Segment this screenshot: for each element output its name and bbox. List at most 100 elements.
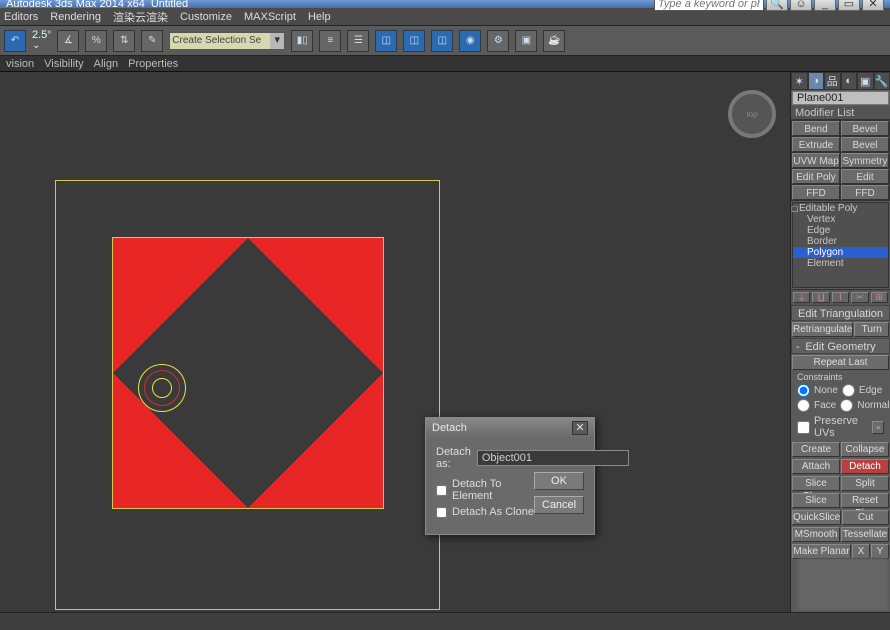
tab-properties[interactable]: Properties [128, 58, 178, 70]
undo-icon[interactable]: ↶ [4, 30, 26, 52]
chevron-down-icon[interactable]: ▾ [270, 33, 284, 49]
stack-editable-poly[interactable]: Editable Poly [793, 203, 888, 214]
selection-set-dropdown[interactable]: ▾ [169, 32, 285, 50]
tab-align[interactable]: Align [94, 58, 118, 70]
close-button[interactable]: ✕ [862, 0, 884, 11]
utilities-tab-icon[interactable]: 🔧 [874, 72, 890, 90]
detach-button[interactable]: Detach [841, 459, 889, 474]
percent-snap-icon[interactable]: % [85, 30, 107, 52]
dope-sheet-icon[interactable]: ◫ [403, 30, 425, 52]
turn-button[interactable]: Turn [854, 322, 889, 337]
hierarchy-tab-icon[interactable]: 品 [824, 72, 841, 90]
create-button[interactable]: Create [792, 442, 840, 457]
detach-to-element-checkbox[interactable] [436, 485, 447, 496]
stack-polygon[interactable]: Polygon [793, 247, 888, 258]
signin-icon[interactable]: ☺ [790, 0, 812, 11]
make-planar-button[interactable]: Make Planar [792, 544, 851, 559]
stack-edge[interactable]: Edge [793, 225, 888, 236]
render-frame-icon[interactable]: ▣ [515, 30, 537, 52]
detach-as-input[interactable] [477, 450, 629, 466]
detach-as-clone-checkbox[interactable] [436, 507, 447, 518]
reset-plane-button[interactable]: Reset Plan [841, 493, 889, 508]
edit-named-sel-icon[interactable]: ✎ [141, 30, 163, 52]
object-plane001[interactable] [113, 238, 383, 508]
quickslice-button[interactable]: QuickSlice [792, 510, 841, 525]
menu-customize[interactable]: Customize [180, 11, 232, 23]
stack-vertex[interactable]: Vertex [793, 214, 888, 225]
tab-vision[interactable]: vision [6, 58, 34, 70]
layers-icon[interactable]: ☰ [347, 30, 369, 52]
spinner-snap-icon[interactable]: ⇅ [113, 30, 135, 52]
mod-symmetry[interactable]: Symmetry [841, 153, 889, 168]
constraint-none-radio[interactable] [797, 384, 810, 397]
planar-x-button[interactable]: X [852, 544, 870, 559]
cancel-button[interactable]: Cancel [534, 496, 584, 514]
collapse-button[interactable]: Collapse [841, 442, 889, 457]
constraint-edge-radio[interactable] [842, 384, 855, 397]
configure-icon[interactable]: ⊞ [871, 292, 888, 303]
align-icon[interactable]: ≡ [319, 30, 341, 52]
mod-bend[interactable]: Bend [792, 121, 840, 136]
mod-bevel-profile[interactable]: Bevel Profil [841, 137, 889, 152]
constraint-normal-radio[interactable] [840, 399, 853, 412]
render-setup-icon[interactable]: ⚙ [487, 30, 509, 52]
constraint-face-radio[interactable] [797, 399, 810, 412]
tab-visibility[interactable]: Visibility [44, 58, 84, 70]
mod-bevel[interactable]: Bevel [841, 121, 889, 136]
remove-mod-icon[interactable]: ✂ [851, 292, 868, 303]
modify-tab-icon[interactable]: ◑ [808, 72, 825, 90]
retriangulate-button[interactable]: Retriangulate [792, 322, 853, 337]
menu-editors[interactable]: Editors [4, 11, 38, 23]
rollout-edit-geometry[interactable]: -Edit Geometry [791, 338, 890, 354]
material-editor-icon[interactable]: ◉ [459, 30, 481, 52]
unique-icon[interactable]: Ⅰ [832, 292, 849, 303]
stack-border[interactable]: Border [793, 236, 888, 247]
repeat-last-button[interactable]: Repeat Last [792, 355, 889, 370]
dialog-titlebar[interactable]: Detach ✕ [426, 418, 594, 438]
schematic-icon[interactable]: ◫ [431, 30, 453, 52]
minimize-button[interactable]: _ [814, 0, 836, 11]
mod-extrude[interactable]: Extrude [792, 137, 840, 152]
slice-button[interactable]: Slice [792, 493, 840, 508]
planar-y-button[interactable]: Y [871, 544, 889, 559]
menu-maxscript[interactable]: MAXScript [244, 11, 296, 23]
curve-editor-icon[interactable]: ◫ [375, 30, 397, 52]
modifier-stack[interactable]: Editable Poly Vertex Edge Border Polygon… [792, 202, 889, 288]
maximize-button[interactable]: ▭ [838, 0, 860, 11]
show-end-icon[interactable]: ∐ [812, 292, 829, 303]
mod-editspline[interactable]: Edit Spline [841, 169, 889, 184]
preserve-uvs-settings-icon[interactable]: ▫ [872, 421, 884, 434]
motion-tab-icon[interactable]: ◐ [841, 72, 858, 90]
attach-button[interactable]: Attach [792, 459, 840, 474]
infocenter-icon[interactable]: 🔍 [766, 0, 788, 11]
create-tab-icon[interactable]: ✶ [791, 72, 808, 90]
cut-button[interactable]: Cut [842, 510, 889, 525]
pin-stack-icon[interactable]: ⏚ [793, 292, 810, 303]
menu-rendering[interactable]: Rendering [50, 11, 101, 23]
render-icon[interactable]: ☕ [543, 30, 565, 52]
stack-element[interactable]: Element [793, 258, 888, 269]
modifier-list-dropdown[interactable]: Modifier List [791, 106, 890, 120]
object-name-field[interactable]: Plane001 [792, 91, 889, 105]
mod-uvwmap[interactable]: UVW Map [792, 153, 840, 168]
ok-button[interactable]: OK [534, 472, 584, 490]
preserve-uvs-checkbox[interactable] [797, 421, 810, 434]
menu-help[interactable]: Help [308, 11, 331, 23]
menu-cloudrender[interactable]: 渲染云渲染 [113, 9, 168, 25]
mod-ffd2[interactable]: FFD 2x2x2 [792, 185, 840, 200]
mirror-icon[interactable]: ▮▯ [291, 30, 313, 52]
split-button[interactable]: Split [841, 476, 889, 491]
viewcube[interactable]: top [728, 90, 776, 138]
selection-set-input[interactable] [170, 33, 270, 49]
help-search-input[interactable] [654, 0, 764, 11]
viewport[interactable]: top Detach ✕ Detach as: Detach To Elemen… [0, 72, 790, 630]
tessellate-button[interactable]: Tessellate [841, 527, 889, 542]
rollout-edit-triangulation[interactable]: Edit Triangulation [791, 305, 890, 321]
mod-ffd3[interactable]: FFD 3x3x3 [841, 185, 889, 200]
display-tab-icon[interactable]: ▣ [857, 72, 874, 90]
msmooth-button[interactable]: MSmooth [792, 527, 840, 542]
angle-snap-icon[interactable]: ∡ [57, 30, 79, 52]
slice-plane-button[interactable]: Slice Plane [792, 476, 840, 491]
mod-editpoly[interactable]: Edit Poly [792, 169, 840, 184]
dialog-close-button[interactable]: ✕ [572, 421, 588, 435]
